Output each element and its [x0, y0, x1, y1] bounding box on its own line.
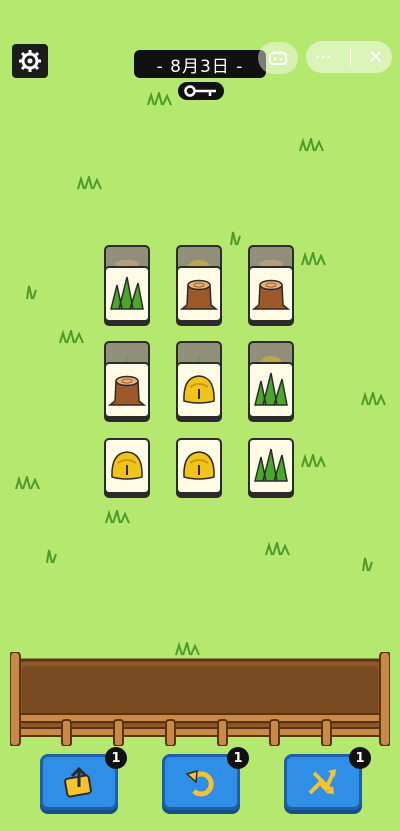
- collection-tray: [10, 652, 390, 746]
- grass-tuft-icon: [230, 231, 241, 246]
- tree-stump-icon: [180, 279, 218, 310]
- grass-icon: [254, 448, 288, 482]
- grass-tuft-icon: [147, 92, 172, 106]
- gamepad-button[interactable]: [258, 42, 298, 74]
- shuffle-button[interactable]: 1: [284, 747, 371, 810]
- key-icon: [184, 85, 216, 97]
- tile-tree-stump[interactable]: [104, 362, 150, 418]
- undo-icon: [185, 769, 214, 797]
- tile-bell[interactable]: [176, 438, 222, 494]
- tile-grass[interactable]: [248, 438, 294, 494]
- gamepad-icon: [269, 51, 287, 65]
- bell-icon: [183, 451, 215, 480]
- more-button[interactable]: ···: [315, 47, 332, 68]
- grass-tuft-icon: [77, 176, 102, 190]
- grass-tuft-icon: [59, 330, 84, 344]
- tile-bell[interactable]: [104, 438, 150, 494]
- move-out-count-badge: 1: [105, 747, 127, 769]
- bell-icon: [183, 375, 215, 404]
- grass-icon: [254, 372, 288, 406]
- date-label: - 8月3日 -: [134, 50, 266, 78]
- tree-stump-icon: [108, 375, 146, 406]
- grass-tuft-icon: [265, 542, 290, 556]
- tile-grass[interactable]: [248, 362, 294, 418]
- tile-bell[interactable]: [176, 362, 222, 418]
- miniprogram-capsule: ··· ✕: [306, 41, 392, 73]
- date-text: - 8月3日 -: [156, 56, 244, 77]
- move-out-button[interactable]: 1: [40, 747, 127, 810]
- grass-tuft-icon: [105, 510, 130, 524]
- shuffle-icon: [308, 769, 336, 795]
- grass-tuft-icon: [15, 476, 40, 490]
- undo-button[interactable]: 1: [162, 747, 249, 810]
- grass-tuft-icon: [26, 285, 37, 300]
- grass-tuft-icon: [361, 392, 386, 406]
- capsule-divider: [349, 48, 351, 66]
- tree-stump-icon: [252, 279, 290, 310]
- key-indicator: [178, 82, 224, 100]
- tile-tree-stump[interactable]: [248, 266, 294, 322]
- bell-icon: [111, 451, 143, 480]
- undo-count-badge: 1: [227, 747, 249, 769]
- tile-tree-stump[interactable]: [176, 266, 222, 322]
- grass-tuft-icon: [301, 454, 326, 468]
- gear-icon: [19, 50, 41, 72]
- close-button[interactable]: ✕: [368, 47, 383, 68]
- shuffle-count-badge: 1: [349, 747, 371, 769]
- grass-tuft-icon: [301, 252, 326, 266]
- tile-grass[interactable]: [104, 266, 150, 322]
- grass-icon: [110, 276, 144, 310]
- move-out-icon: [64, 766, 92, 798]
- grass-tuft-icon: [362, 557, 373, 572]
- grass-tuft-icon: [299, 138, 324, 152]
- grass-tuft-icon: [46, 549, 57, 564]
- settings-button[interactable]: [12, 44, 48, 78]
